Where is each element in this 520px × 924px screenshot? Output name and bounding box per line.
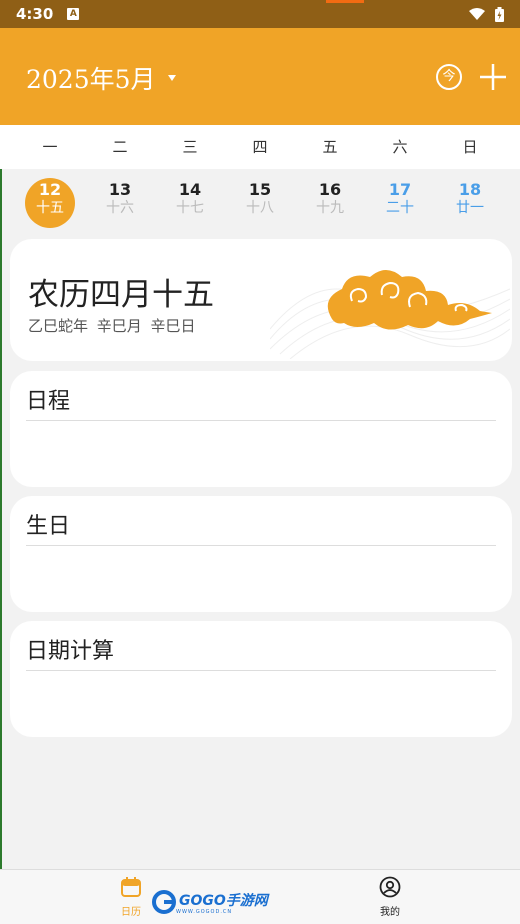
- day-lunar: 十九: [316, 200, 344, 216]
- day-number: 16: [318, 180, 342, 199]
- birthday-heading: 生日: [26, 514, 71, 539]
- day-number: 13: [108, 180, 132, 199]
- watermark-logo: GOGO手游网 WWW.GOGOD.CN: [152, 888, 268, 916]
- day-lunar: 二十: [386, 200, 414, 216]
- ganzhi-text: 乙巳蛇年 辛巳月 辛巳日: [28, 317, 196, 335]
- day-lunar: 十八: [246, 200, 274, 216]
- status-time: 4:30: [16, 5, 54, 23]
- battery-icon: [495, 6, 504, 22]
- weekday-label: 五: [322, 138, 338, 156]
- status-indicator: [326, 0, 364, 3]
- add-icon[interactable]: [478, 62, 508, 92]
- schedule-heading: 日程: [26, 389, 71, 414]
- auspicious-cloud-icon: [270, 270, 510, 359]
- day-number: 15: [248, 180, 272, 199]
- gogo-logo-icon: [152, 890, 176, 914]
- weekday-label: 四: [252, 138, 268, 156]
- day-number: 14: [178, 180, 202, 199]
- caret-down-icon: [167, 75, 176, 81]
- notification-icon: A: [67, 8, 80, 20]
- month-title: 2025年5月: [26, 65, 156, 94]
- lunar-date-card[interactable]: 农历四月十五 乙巳蛇年 辛巳月 辛巳日: [10, 239, 512, 361]
- weekday-label: 日: [462, 138, 478, 156]
- day-number: 17: [388, 180, 412, 199]
- day-cell-weekend[interactable]: 18 廿一: [435, 169, 505, 237]
- weekday-label: 二: [112, 138, 128, 156]
- day-lunar: 廿一: [456, 200, 484, 216]
- app-header: 2025年5月 今: [0, 28, 520, 125]
- watermark-brand: GOGO手游网: [179, 892, 268, 909]
- schedule-card[interactable]: 日程: [10, 371, 512, 487]
- weekday-label: 三: [182, 138, 198, 156]
- weekday-label: 一: [42, 138, 58, 156]
- tab-me-label: 我的: [380, 907, 400, 918]
- day-cell[interactable]: 13 十六: [85, 169, 155, 237]
- day-cell[interactable]: 16 十九: [295, 169, 365, 237]
- divider: [26, 545, 496, 546]
- today-button[interactable]: 今: [436, 64, 462, 90]
- wifi-icon: [469, 7, 485, 20]
- day-cell[interactable]: 15 十八: [225, 169, 295, 237]
- birthday-card[interactable]: 生日: [10, 496, 512, 612]
- user-icon: [379, 876, 401, 898]
- date-calculation-heading: 日期计算: [26, 639, 115, 664]
- day-number: 18: [458, 180, 482, 199]
- date-calculation-card[interactable]: 日期计算: [10, 621, 512, 737]
- day-lunar: 十五: [36, 200, 64, 216]
- divider: [26, 420, 496, 421]
- calendar-icon: [121, 877, 141, 897]
- week-strip: 12 十五 13 十六 14 十七 15 十八 16 十九 17 二十 18 廿…: [0, 169, 520, 237]
- day-cell-weekend[interactable]: 17 二十: [365, 169, 435, 237]
- status-bar: 4:30 A: [0, 0, 520, 28]
- month-selector[interactable]: 2025年5月: [26, 60, 176, 96]
- tab-me[interactable]: 我的: [360, 876, 420, 918]
- day-cell-selected[interactable]: 12 十五: [15, 169, 85, 237]
- day-lunar: 十六: [106, 200, 134, 216]
- day-cell[interactable]: 14 十七: [155, 169, 225, 237]
- day-number: 12: [38, 180, 62, 199]
- lunar-date: 农历四月十五: [28, 277, 214, 313]
- day-lunar: 十七: [176, 200, 204, 216]
- weekday-row: 一 二 三 四 五 六 日: [0, 125, 520, 169]
- weekday-label: 六: [392, 138, 408, 156]
- divider: [26, 670, 496, 671]
- watermark-url: WWW.GOGOD.CN: [176, 908, 233, 915]
